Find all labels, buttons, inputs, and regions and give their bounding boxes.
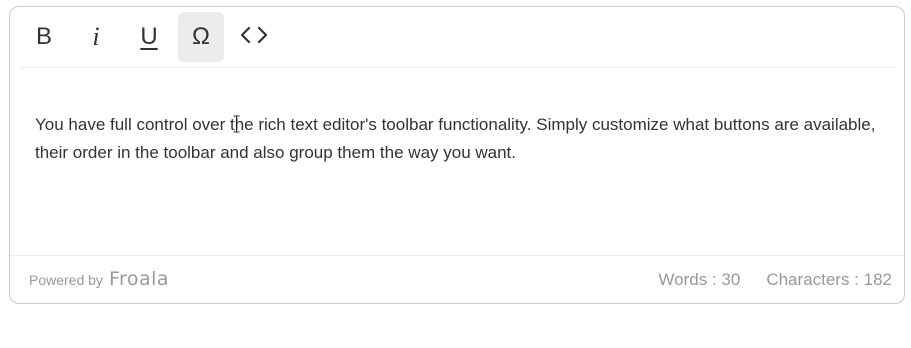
italic-icon: i bbox=[92, 22, 100, 51]
powered-by[interactable]: Powered by Froala bbox=[29, 268, 169, 290]
rich-text-editor: B i U Ω You have full control over the r… bbox=[9, 6, 905, 304]
italic-button[interactable]: i bbox=[73, 12, 119, 62]
special-characters-button[interactable]: Ω bbox=[178, 12, 224, 62]
powered-by-label: Powered by bbox=[29, 272, 103, 288]
underline-button[interactable]: U bbox=[126, 12, 172, 62]
editor-toolbar: B i U Ω bbox=[10, 7, 904, 69]
underline-icon: U bbox=[140, 23, 158, 50]
froala-logo: Froala bbox=[108, 268, 170, 290]
character-count: Characters : 182 bbox=[766, 270, 892, 289]
toolbar-divider bbox=[21, 67, 895, 68]
editor-content[interactable]: You have full control over the rich text… bbox=[35, 111, 895, 167]
bold-button[interactable]: B bbox=[21, 12, 67, 62]
code-view-icon bbox=[240, 26, 268, 49]
omega-icon: Ω bbox=[192, 23, 210, 50]
counters: Words : 30 Characters : 182 bbox=[658, 270, 892, 290]
code-view-button[interactable] bbox=[231, 12, 277, 62]
bold-icon: B bbox=[35, 23, 52, 50]
word-count: Words : 30 bbox=[658, 270, 741, 289]
text-cursor-icon bbox=[233, 115, 240, 133]
editor-footer: Powered by Froala Words : 30 Characters … bbox=[10, 256, 904, 304]
